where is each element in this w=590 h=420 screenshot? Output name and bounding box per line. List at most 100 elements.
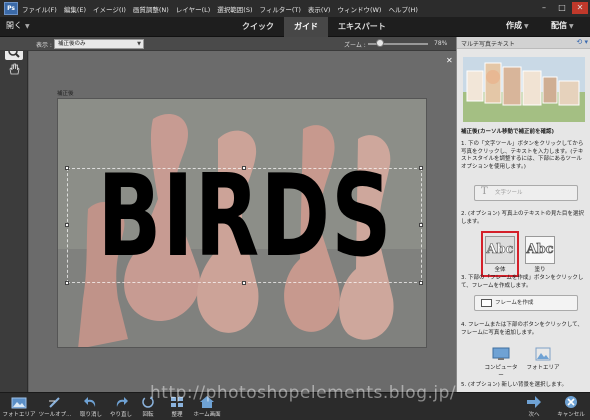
text-selection-box[interactable] bbox=[67, 168, 422, 283]
resize-handle[interactable] bbox=[242, 166, 246, 170]
menu-window[interactable]: ウィンドウ(W) bbox=[337, 4, 381, 14]
tab-guided[interactable]: ガイド bbox=[284, 17, 328, 37]
zoom-label: ズーム : bbox=[344, 42, 366, 49]
chevron-down-icon: ▼ bbox=[137, 41, 141, 47]
chevron-down-icon: ▼ bbox=[569, 23, 574, 30]
left-toolbar bbox=[0, 37, 28, 392]
menu-bar: Ps ファイル(F) 編集(E) イメージ(I) 画質調整(N) レイヤー(L)… bbox=[0, 0, 590, 17]
photo[interactable]: BIRDS bbox=[57, 98, 427, 348]
resize-handle[interactable] bbox=[419, 166, 423, 170]
undo-icon bbox=[83, 395, 99, 409]
zoom-slider-thumb[interactable] bbox=[376, 39, 384, 47]
tab-quick[interactable]: クイック bbox=[232, 17, 284, 37]
menu-image[interactable]: イメージ(I) bbox=[93, 4, 126, 14]
view-label: 表示 : bbox=[36, 42, 52, 49]
window-controls: – □ ✕ bbox=[536, 2, 588, 14]
view-select[interactable]: 補正後のみ ▼ bbox=[54, 39, 144, 49]
close-icon[interactable]: ✕ bbox=[572, 2, 588, 14]
hand-tool-icon[interactable] bbox=[5, 61, 23, 77]
redo-icon bbox=[113, 395, 129, 409]
resize-handle[interactable] bbox=[65, 281, 69, 285]
step-5-text: 5. (オプション) 新しい背景を選択します。 bbox=[461, 382, 567, 388]
step-2-text: 2. (オプション) 写真上のテキストの見た目を選択します。 bbox=[461, 211, 584, 225]
watermark: http://photoshopelements.blog.jp/ bbox=[150, 383, 457, 403]
photo-bin-label: フォトエリア bbox=[2, 412, 36, 418]
home-screen-label: ホーム画面 bbox=[193, 412, 221, 418]
undo-button[interactable]: 取り消し bbox=[74, 395, 108, 418]
create-frame-label: フレームを作成 bbox=[495, 300, 534, 306]
arrow-right-icon bbox=[526, 395, 542, 409]
type-icon: T bbox=[481, 186, 488, 197]
menu-file[interactable]: ファイル(F) bbox=[22, 4, 57, 14]
step-3-text: 3. 下部の「フレームを作成」ボタンをクリックして、フレームを作成します。 bbox=[461, 275, 584, 289]
options-bar: 表示 : 補正後のみ ▼ ズーム : 78% bbox=[0, 37, 456, 51]
style-option-fill-label: 塗り bbox=[534, 267, 546, 273]
photo-area-source-button[interactable]: フォトエリア bbox=[525, 347, 561, 371]
organize-label: 整理 bbox=[171, 412, 183, 418]
close-icon[interactable]: ✕ bbox=[446, 56, 453, 65]
share-label: 配信 bbox=[551, 21, 567, 30]
step-1-text: 1. 下の「文字ツール」ボタンをクリックしてから写真をクリックし、テキストを入力… bbox=[461, 141, 584, 170]
app-logo: Ps bbox=[4, 2, 18, 15]
menu-view[interactable]: 表示(V) bbox=[308, 4, 331, 14]
menu-enhance[interactable]: 画質調整(N) bbox=[133, 4, 169, 14]
panel-header: マルチ写真テキスト ⟲ ▾ bbox=[457, 37, 590, 49]
panel-title: マルチ写真テキスト bbox=[461, 41, 515, 48]
chevron-down-icon: ▼ bbox=[25, 23, 30, 30]
resize-handle[interactable] bbox=[419, 223, 423, 227]
abc-full-icon: Abc bbox=[485, 236, 515, 264]
menu-help[interactable]: ヘルプ(H) bbox=[388, 4, 417, 14]
image-caption: 補正後 bbox=[57, 91, 74, 97]
undo-label: 取り消し bbox=[79, 412, 102, 418]
panel-help-icon[interactable]: ⟲ ▾ bbox=[576, 38, 588, 46]
cancel-button[interactable]: キャンセル bbox=[554, 395, 588, 418]
mode-bar: 開く ▼ クイック ガイド エキスパート 作成 ▼ 配信 ▼ bbox=[0, 17, 590, 37]
maximize-icon[interactable]: □ bbox=[554, 2, 570, 14]
tool-options-button[interactable]: ツールオプ... bbox=[38, 395, 72, 418]
frame-icon bbox=[481, 299, 492, 307]
open-label: 開く bbox=[6, 21, 22, 30]
zoom-value: 78% bbox=[434, 40, 448, 47]
text-tool-button[interactable]: T 文字ツール bbox=[474, 185, 578, 201]
view-select-value: 補正後のみ bbox=[58, 41, 86, 47]
mode-tabs: クイック ガイド エキスパート bbox=[232, 17, 396, 37]
menu-select[interactable]: 選択範囲(S) bbox=[217, 4, 252, 14]
resize-handle[interactable] bbox=[65, 223, 69, 227]
computer-source-button[interactable]: コンピューター bbox=[483, 347, 519, 379]
photo-area-label: フォトエリア bbox=[526, 365, 560, 371]
photo-area-icon bbox=[534, 347, 552, 361]
resize-handle[interactable] bbox=[242, 281, 246, 285]
photo-bin-icon bbox=[11, 395, 27, 409]
style-option-full-label: 全体 bbox=[494, 267, 506, 273]
tool-options-label: ツールオプ... bbox=[38, 412, 72, 418]
canvas-area: ✕ 補正後 BIRDS bbox=[29, 51, 456, 392]
tab-expert[interactable]: エキスパート bbox=[328, 17, 396, 37]
open-button[interactable]: 開く ▼ bbox=[6, 20, 30, 31]
text-tool-label: 文字ツール bbox=[495, 190, 523, 196]
resize-handle[interactable] bbox=[419, 281, 423, 285]
create-label: 作成 bbox=[506, 21, 522, 30]
resize-handle[interactable] bbox=[65, 166, 69, 170]
chevron-down-icon: ▼ bbox=[524, 23, 529, 30]
step-4-text: 4. フレームまたは下部のボタンをクリックして、フレームに写真を追加します。 bbox=[461, 322, 583, 336]
cancel-label: キャンセル bbox=[557, 412, 585, 418]
tool-options-icon bbox=[47, 395, 63, 409]
next-label: 次へ bbox=[528, 412, 540, 418]
sample-thumbnail bbox=[463, 57, 585, 122]
create-button[interactable]: 作成 ▼ bbox=[506, 20, 529, 31]
cancel-icon bbox=[563, 395, 579, 409]
guided-panel: マルチ写真テキスト ⟲ ▾ 補正後(カーソル移動で補正前を確認) 1. 下の「文… bbox=[456, 37, 590, 392]
photo-bin-button[interactable]: フォトエリア bbox=[2, 395, 36, 418]
computer-label: コンピューター bbox=[484, 365, 518, 379]
next-button[interactable]: 次へ bbox=[517, 395, 551, 418]
style-option-full[interactable]: Abc 全体 bbox=[481, 231, 519, 277]
abc-fill-icon: Abc bbox=[525, 236, 555, 264]
minimize-icon[interactable]: – bbox=[536, 2, 552, 14]
share-button[interactable]: 配信 ▼ bbox=[551, 20, 574, 31]
style-option-fill[interactable]: Abc 塗り bbox=[523, 233, 557, 275]
computer-icon bbox=[492, 347, 510, 361]
menu-layer[interactable]: レイヤー(L) bbox=[176, 4, 211, 14]
menu-filter[interactable]: フィルター(T) bbox=[260, 4, 301, 14]
menu-edit[interactable]: 編集(E) bbox=[64, 4, 86, 14]
create-frame-button[interactable]: フレームを作成 bbox=[474, 295, 578, 311]
